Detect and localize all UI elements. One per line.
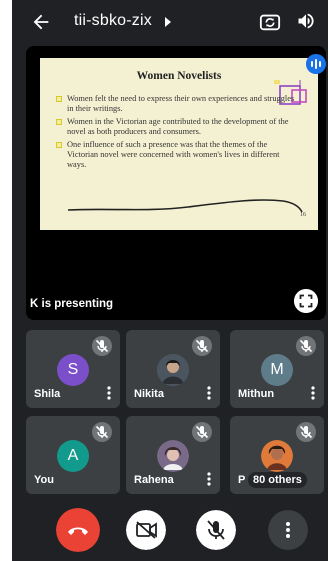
- presenting-label: K is presenting: [30, 298, 114, 310]
- mic-off-icon: [296, 336, 316, 356]
- participant-name: Mithun: [238, 388, 275, 400]
- avatar: A: [57, 440, 89, 472]
- avatar-photo: [261, 440, 293, 472]
- mic-off-icon: [92, 336, 112, 356]
- slide-bullet: One influence of such a presence was tha…: [56, 140, 296, 170]
- slide-bullets: Women felt the need to express their own…: [56, 94, 296, 173]
- mic-off-icon: [92, 422, 112, 442]
- top-bar: tii-sbko-zix: [12, 0, 328, 46]
- slide-bullet: Women felt the need to express their own…: [56, 94, 296, 114]
- more-vert-icon[interactable]: [310, 386, 316, 400]
- more-vert-icon[interactable]: [206, 472, 212, 486]
- participant-name: Nikita: [134, 388, 164, 400]
- more-vert-icon[interactable]: [106, 386, 112, 400]
- meet-screen: tii-sbko-zix Women Novelists Women felt …: [12, 0, 328, 561]
- fullscreen-icon[interactable]: [294, 289, 318, 313]
- participant-name: Shila: [34, 388, 61, 400]
- speaker-icon[interactable]: [296, 11, 316, 31]
- slide-wave-decoration: [68, 199, 303, 213]
- avatar: S: [57, 354, 89, 386]
- caret-right-icon[interactable]: [164, 17, 172, 27]
- participant-name: You: [34, 474, 54, 486]
- participant-tile[interactable]: Nikita: [126, 330, 220, 408]
- more-options-button[interactable]: [268, 510, 308, 550]
- meeting-code[interactable]: tii-sbko-zix: [74, 12, 152, 30]
- avatar: M: [261, 354, 293, 386]
- presentation-area[interactable]: Women Novelists Women felt the need to e…: [26, 46, 326, 320]
- speaking-indicator-icon: [306, 54, 326, 74]
- mic-off-icon: [296, 422, 316, 442]
- mic-off-icon: [192, 422, 212, 442]
- slide-bullet: Women in the Victorian age contributed t…: [56, 117, 296, 137]
- participant-name: Rahena: [134, 474, 174, 486]
- participant-tile-self[interactable]: A You: [26, 416, 120, 494]
- mic-toggle-button[interactable]: [196, 510, 236, 550]
- camera-toggle-button[interactable]: [126, 510, 166, 550]
- avatar-photo: [157, 440, 189, 472]
- back-arrow-icon[interactable]: [30, 11, 52, 33]
- hang-up-button[interactable]: [56, 508, 100, 552]
- avatar-photo: [157, 354, 189, 386]
- more-vert-icon[interactable]: [206, 386, 212, 400]
- switch-camera-icon[interactable]: [259, 11, 281, 33]
- more-vert-icon: [286, 522, 290, 538]
- participant-name: P: [238, 474, 246, 486]
- participant-tile[interactable]: Rahena: [126, 416, 220, 494]
- others-count-badge[interactable]: 80 others: [248, 472, 307, 488]
- presented-slide: Women Novelists Women felt the need to e…: [40, 58, 318, 230]
- participant-tile[interactable]: M Mithun: [230, 330, 324, 408]
- participant-tile[interactable]: S Shila: [26, 330, 120, 408]
- mic-off-icon: [192, 336, 212, 356]
- slide-page-number: 16: [300, 212, 306, 218]
- participant-tile-others[interactable]: P 80 others: [230, 416, 324, 494]
